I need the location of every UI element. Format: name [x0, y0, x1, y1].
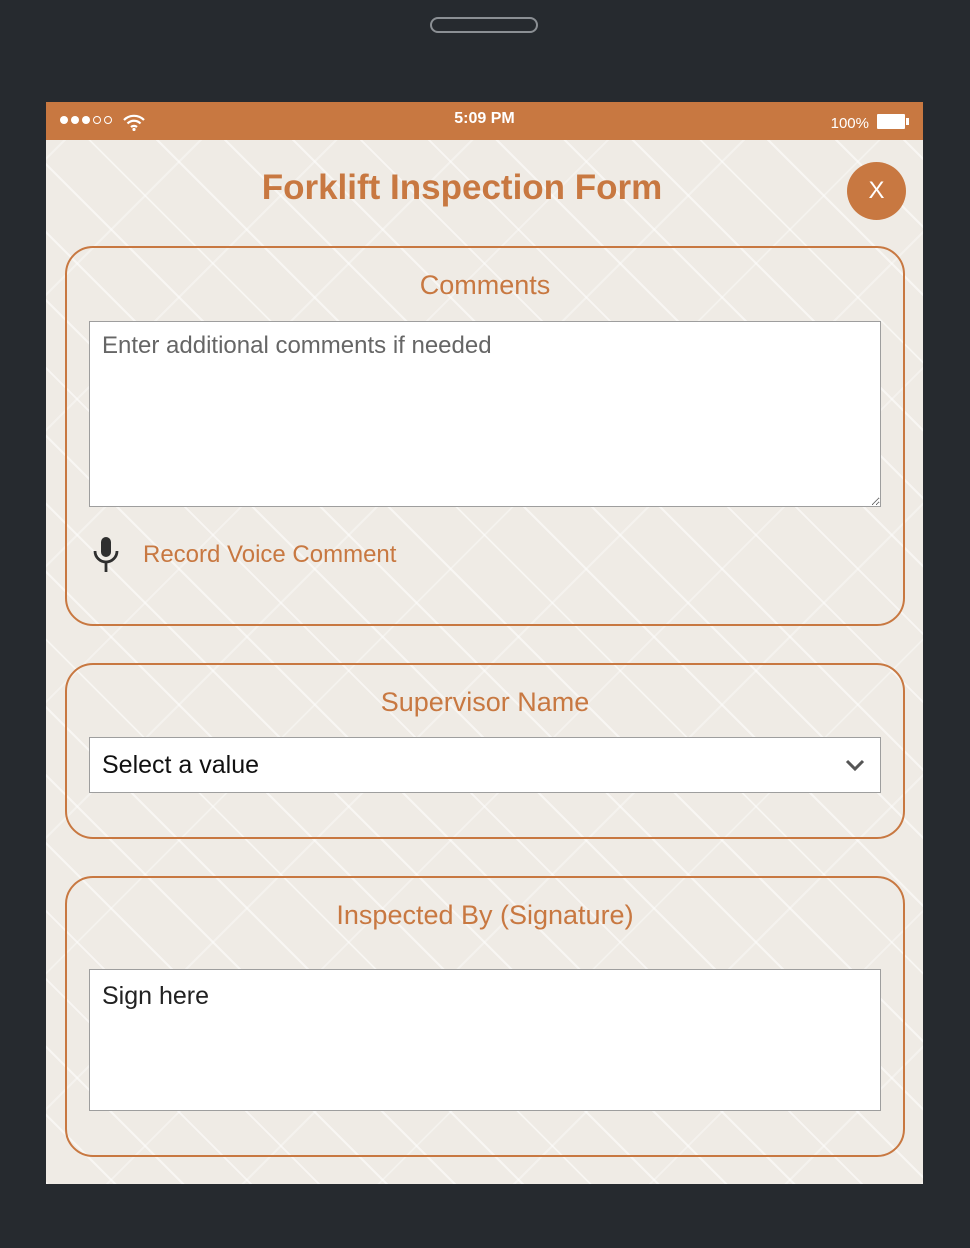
supervisor-heading: Supervisor Name [380, 687, 590, 717]
status-time: 5:09 PM [454, 110, 515, 127]
supervisor-card: Supervisor Name Select a value [65, 663, 905, 839]
signature-heading: Inspected By (Signature) [336, 900, 634, 930]
signature-placeholder: Sign here [102, 982, 210, 1010]
close-button[interactable]: X [847, 162, 906, 220]
app-screen: 5:09 PM 100% Forklift Inspection Form X … [46, 102, 923, 1184]
status-bar: 5:09 PM 100% [46, 102, 923, 140]
record-voice-button[interactable]: Record Voice Comment [91, 536, 396, 574]
comments-textarea[interactable] [89, 321, 881, 507]
battery-icon [877, 114, 905, 129]
device-speaker [430, 17, 538, 33]
battery-tip [906, 118, 909, 125]
signature-pad[interactable]: Sign here [89, 969, 881, 1111]
comments-heading: Comments [419, 270, 551, 300]
supervisor-selected-value: Select a value [102, 750, 260, 779]
supervisor-select[interactable]: Select a value [89, 737, 881, 793]
signature-card: Inspected By (Signature) Sign here [65, 876, 905, 1157]
microphone-icon [93, 537, 119, 572]
record-voice-label: Record Voice Comment [143, 541, 397, 568]
battery-percent: 100% [830, 115, 869, 132]
page-title: Forklift Inspection Form [261, 168, 663, 207]
chevron-down-icon [845, 759, 865, 772]
comments-card: Comments Record Voice Comment [65, 246, 905, 626]
